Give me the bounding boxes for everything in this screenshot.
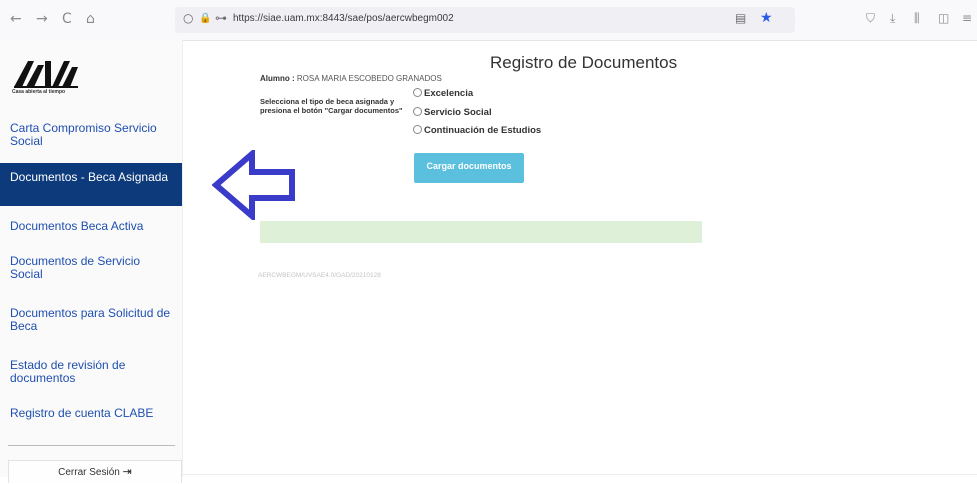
annotation-arrow-icon (212, 150, 295, 220)
bookmark-star-icon[interactable]: ★ (760, 10, 773, 26)
radio-circle-icon[interactable] (413, 107, 422, 116)
radio-circle-icon[interactable] (413, 125, 422, 134)
sidebar-item-label: Documentos - Beca Asignada (10, 170, 169, 184)
menu-icon[interactable]: ≡ (962, 11, 972, 25)
version-code: AERCWBEGM/UVSAE4.0/GAD/20210128 (258, 272, 381, 279)
sidebar-item-label: Estado de revisión de documentos (10, 358, 126, 385)
page-title: Registro de Documentos (490, 53, 678, 72)
upload-documents-button[interactable]: Cargar documentos (414, 153, 524, 183)
instructions-text: Selecciona el tipo de beca asignada y pr… (260, 97, 403, 115)
reload-icon[interactable]: C (62, 10, 72, 28)
logout-icon: ⇥ (122, 465, 132, 478)
logo-caption: Casa abierta al tiempo (12, 89, 66, 95)
uam-logo: Casa abierta al tiempo (12, 57, 82, 105)
sidebar-item-label: Documentos Beca Activa (10, 219, 144, 233)
sidebar-toggle-icon[interactable]: ◫ (938, 11, 949, 25)
pocket-icon[interactable]: ⛉ (866, 11, 875, 26)
sidebar-item-label: Registro de cuenta CLABE (10, 406, 154, 420)
logout-button[interactable]: Cerrar Sesión ⇥ (8, 460, 182, 483)
student-label: Alumno : (260, 74, 295, 83)
sidebar-item-label: Documentos de Servicio Social (10, 254, 141, 281)
status-alert (260, 221, 702, 243)
back-icon[interactable]: ← (10, 10, 22, 28)
home-icon[interactable]: ⌂ (86, 10, 95, 28)
sidebar-item-label: Carta Compromiso Servicio Social (10, 121, 157, 148)
radio-continuacion-estudios[interactable]: Continuación de Estudios (413, 125, 541, 136)
radio-label: Excelencia (424, 88, 474, 99)
sidebar-item-registro-clabe[interactable]: Registro de cuenta CLABE (0, 407, 182, 420)
library-icon[interactable]: ⫼ (914, 11, 920, 26)
student-info: Alumno : ROSA MARIA ESCOBEDO GRANADOS (260, 74, 442, 83)
sidebar-item-carta-compromiso[interactable]: Carta Compromiso Servicio Social (0, 122, 182, 148)
radio-servicio-social[interactable]: Servicio Social (413, 107, 492, 118)
logout-label: Cerrar Sesión (58, 467, 120, 478)
sidebar-item-label: Documentos para Solicitud de Beca (10, 306, 171, 333)
lock-icon[interactable]: 🔒 (199, 13, 211, 24)
radio-excelencia[interactable]: Excelencia (413, 88, 473, 99)
sidebar: Casa abierta al tiempo Carta Compromiso … (0, 40, 183, 483)
student-name: ROSA MARIA ESCOBEDO GRANADOS (296, 74, 442, 83)
sidebar-divider (8, 445, 175, 446)
logo-mark-icon (14, 61, 78, 88)
shield-icon[interactable]: ○ (183, 11, 193, 25)
url-text[interactable]: https://siae.uam.mx:8443/sae/pos/aercwbe… (233, 13, 454, 24)
radio-circle-icon[interactable] (413, 88, 422, 97)
downloads-icon[interactable]: ⤓ (890, 11, 895, 26)
browser-toolbar: ← → C ⌂ ○ 🔒 ⊶ https://siae.uam.mx:8443/s… (0, 0, 977, 41)
sidebar-item-documentos-servicio-social[interactable]: Documentos de Servicio Social (0, 255, 182, 281)
address-bar[interactable]: ○ 🔒 ⊶ https://siae.uam.mx:8443/sae/pos/a… (175, 7, 795, 33)
radio-label: Continuación de Estudios (424, 125, 542, 136)
key-icon[interactable]: ⊶ (215, 11, 227, 25)
sidebar-item-documentos-solicitud-beca[interactable]: Documentos para Solicitud de Beca (0, 307, 182, 333)
sidebar-item-documentos-beca-activa[interactable]: Documentos Beca Activa (0, 220, 182, 233)
sidebar-item-estado-revision[interactable]: Estado de revisión de documentos (0, 359, 182, 385)
sidebar-item-documentos-beca-asignada[interactable]: Documentos - Beca Asignada (0, 163, 182, 206)
reader-view-icon[interactable]: ▤ (735, 11, 746, 25)
page-bottom-border (182, 474, 977, 475)
forward-icon[interactable]: → (36, 10, 48, 28)
radio-label: Servicio Social (424, 107, 492, 118)
